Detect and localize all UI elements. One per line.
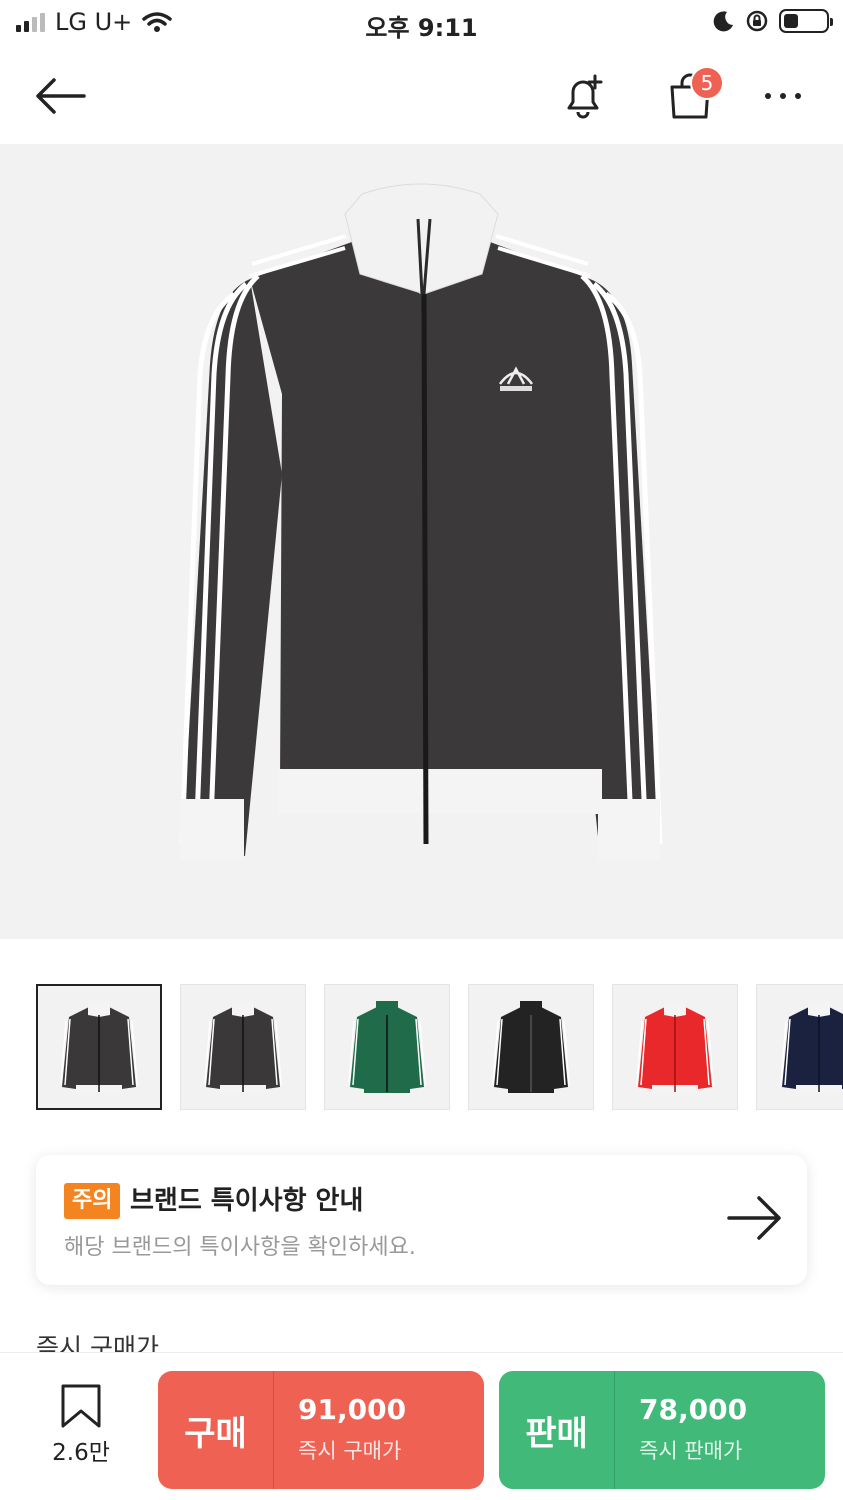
buy-price: 91,000 <box>298 1393 407 1426</box>
arrow-right-icon <box>727 1196 781 1240</box>
wish-button[interactable]: 2.6만 <box>36 1383 126 1467</box>
thumbnail-2[interactable] <box>180 984 306 1110</box>
thumbnail-jacket-image <box>780 1001 843 1093</box>
thumbnail-3[interactable] <box>324 984 450 1110</box>
cart-badge: 5 <box>690 66 724 100</box>
notice-subtitle: 해당 브랜드의 특이사항을 확인하세요. <box>64 1235 416 1260</box>
thumbnail-jacket-image <box>636 1001 714 1093</box>
thumbnail-4[interactable] <box>468 984 594 1110</box>
more-button[interactable] <box>748 48 818 144</box>
battery-icon <box>779 9 833 33</box>
thumbnail-jacket-image <box>348 1001 426 1093</box>
top-nav: 5 <box>0 48 843 144</box>
rotation-lock-icon <box>746 10 768 32</box>
bell-plus-icon <box>567 74 603 119</box>
notice-title: 브랜드 특이사항 안내 <box>130 1186 364 1216</box>
thumbnail-strip[interactable] <box>36 984 843 1110</box>
bottom-action-bar: 2.6만 구매 91,000 즉시 구매가 판매 78,000 즉시 판매가 <box>0 1352 843 1500</box>
thumbnail-5[interactable] <box>612 984 738 1110</box>
product-main-image[interactable] <box>0 144 843 939</box>
thumbnail-6[interactable] <box>756 984 843 1110</box>
back-button[interactable] <box>20 48 100 144</box>
buy-button[interactable]: 구매 91,000 즉시 구매가 <box>158 1371 484 1489</box>
buy-label: 구매 <box>184 1413 247 1454</box>
thumbnail-jacket-image <box>60 1001 138 1093</box>
section-heading-peek: 즉시 구매가 <box>36 1333 159 1352</box>
back-arrow-icon <box>36 78 86 114</box>
thumbnail-jacket-image <box>204 1001 282 1093</box>
sell-button[interactable]: 판매 78,000 즉시 판매가 <box>499 1371 825 1489</box>
notice-tag: 주의 <box>64 1183 121 1219</box>
sell-price: 78,000 <box>639 1393 748 1426</box>
thumbnail-jacket-image <box>492 1001 570 1093</box>
brand-notice-card[interactable]: 주의 브랜드 특이사항 안내 해당 브랜드의 특이사항을 확인하세요. <box>36 1155 807 1285</box>
more-dots-icon <box>765 93 801 99</box>
buy-price-caption: 즉시 구매가 <box>298 1439 402 1463</box>
notify-button[interactable] <box>548 48 618 144</box>
sell-price-caption: 즉시 판매가 <box>639 1439 743 1463</box>
cart-button[interactable]: 5 <box>650 48 730 144</box>
moon-icon <box>713 11 733 32</box>
thumbnail-1[interactable] <box>36 984 162 1110</box>
sell-label: 판매 <box>525 1413 588 1454</box>
wish-count: 2.6만 <box>52 1440 110 1466</box>
track-jacket-image <box>179 183 663 859</box>
bookmark-icon <box>61 1384 101 1428</box>
status-bar: LG U+ 오후 9:11 <box>0 0 843 48</box>
